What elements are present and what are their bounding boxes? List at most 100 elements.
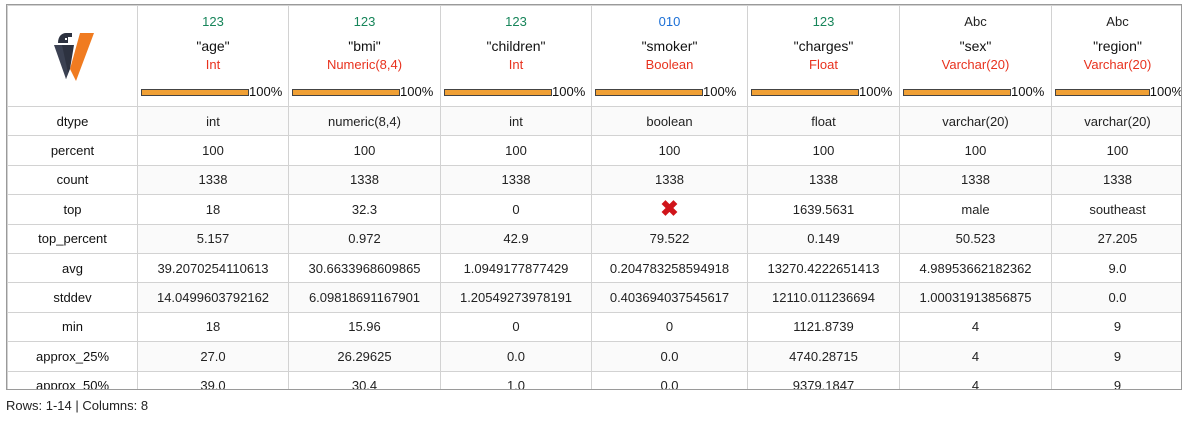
table-cell: 0.403694037545617 <box>591 282 748 313</box>
logo-cell <box>7 5 138 107</box>
table-cell: 9 <box>1051 311 1181 343</box>
row-label: avg <box>7 252 138 284</box>
table-cell: 1338 <box>591 164 748 196</box>
column-name: "sex" <box>959 38 992 54</box>
column-type-icon: 010 <box>658 14 681 29</box>
x-mark-icon: ✖ <box>660 196 679 222</box>
table-cell: 27.0 <box>137 341 289 372</box>
column-dtype: Boolean <box>645 57 694 72</box>
fill-rate-indicator: 100% <box>1053 83 1181 99</box>
table-cell: 15.96 <box>288 311 441 343</box>
column-dtype: Float <box>809 57 838 72</box>
column-name: "smoker" <box>641 38 698 54</box>
table-cell: 39.0 <box>137 370 289 389</box>
table-cell: 1338 <box>1051 164 1181 196</box>
column-type-icon: 123 <box>353 14 376 29</box>
table-row: percent 100 100 100 100 100 100 100 <box>7 135 1181 166</box>
row-label: dtype <box>7 105 138 137</box>
fill-rate-indicator: 100% <box>749 83 899 99</box>
table-cell: 1121.8739 <box>747 311 900 343</box>
column-dtype: Numeric(8,4) <box>326 57 403 72</box>
column-name: "bmi" <box>348 38 381 54</box>
table-cell: 100 <box>591 135 748 166</box>
column-type-icon: 123 <box>505 14 527 29</box>
fill-rate-bar <box>292 89 400 96</box>
table-cell: 18 <box>137 194 289 225</box>
table-cell: 32.3 <box>288 194 441 225</box>
column-name: "charges" <box>793 38 854 54</box>
column-type-icon: 123 <box>812 14 835 29</box>
table-cell: 4 <box>899 311 1052 343</box>
row-label: count <box>7 164 138 196</box>
fill-rate-bar <box>903 89 1011 96</box>
table-cell: 27.205 <box>1051 223 1181 254</box>
table-cell: 4 <box>899 370 1052 389</box>
table-cell: southeast <box>1051 194 1181 225</box>
table-cell: 0 <box>440 311 592 343</box>
fill-rate-label: 100% <box>859 84 893 99</box>
fill-rate-label: 100% <box>400 84 434 99</box>
table-cell: varchar(20) <box>1051 105 1181 137</box>
table-cell: 42.9 <box>440 223 592 254</box>
column-name: "region" <box>1093 38 1142 54</box>
table-cell: 100 <box>747 135 900 166</box>
column-header[interactable]: 123 "children" Int 100% <box>440 5 592 107</box>
table-footer: Rows: 1-14 | Columns: 8 <box>6 398 149 413</box>
table-cell: 0.149 <box>747 223 900 254</box>
table-cell: 4.98953662182362 <box>899 252 1052 284</box>
column-type-icon: Abc <box>964 14 987 29</box>
fill-rate-indicator: 100% <box>593 83 747 99</box>
column-header[interactable]: 123 "age" Int 100% <box>137 5 289 107</box>
table-cell: int <box>440 105 592 137</box>
column-dtype: Int <box>508 57 524 72</box>
fill-rate-label: 100% <box>249 84 283 99</box>
fill-rate-indicator: 100% <box>442 83 591 99</box>
table-cell: 13270.4222651413 <box>747 252 900 284</box>
table-cell: 1.20549273978191 <box>440 282 592 313</box>
table-cell: 100 <box>137 135 289 166</box>
column-name: "age" <box>196 38 230 54</box>
column-header[interactable]: 123 "charges" Float 100% <box>747 5 900 107</box>
table-body: dtype int numeric(8,4) int boolean float varch… <box>7 105 1181 389</box>
table-row: top 18 32.3 0 ✖ 1639.5631 male southeast <box>7 194 1181 225</box>
describe-table-frame: 123 "age" Int 100% 123 "bmi" Numeric(8,4) 100% 1… <box>6 4 1182 390</box>
column-type-icon: Abc <box>1106 14 1129 29</box>
table-cell: male <box>899 194 1052 225</box>
column-dtype: Varchar(20) <box>1083 57 1152 72</box>
table-cell: 0.0 <box>591 370 748 389</box>
table-cell: 4 <box>899 341 1052 372</box>
row-label: stddev <box>7 282 138 313</box>
table-cell: boolean <box>591 105 748 137</box>
table-cell: 100 <box>440 135 592 166</box>
table-cell: 1338 <box>440 164 592 196</box>
table-cell: 100 <box>1051 135 1181 166</box>
row-label: top <box>7 194 138 225</box>
row-label: top_percent <box>7 223 138 254</box>
table-cell: int <box>137 105 289 137</box>
table-row: top_percent 5.157 0.972 42.9 79.522 0.149 50.5… <box>7 223 1181 254</box>
fill-rate-bar <box>141 89 249 96</box>
table-row: approx_50% 39.0 30.4 1.0 0.0 9379.1847 4 9 <box>7 370 1181 389</box>
fill-rate-label: 100% <box>1011 84 1045 99</box>
table-cell: 5.157 <box>137 223 289 254</box>
verticapy-logo-icon <box>53 32 94 81</box>
column-header[interactable]: Abc "region" Varchar(20) 100% <box>1051 5 1181 107</box>
column-dtype: Int <box>205 57 221 72</box>
column-name: "children" <box>486 38 546 54</box>
table-cell: 0 <box>440 194 592 225</box>
table-cell: 30.4 <box>288 370 441 389</box>
column-header[interactable]: Abc "sex" Varchar(20) 100% <box>899 5 1052 107</box>
table-cell: 26.29625 <box>288 341 441 372</box>
row-label: approx_50% <box>7 370 138 389</box>
table-cell: 100 <box>899 135 1052 166</box>
table-cell: 14.0499603792162 <box>137 282 289 313</box>
column-type-icon: 123 <box>202 14 224 29</box>
column-header[interactable]: 010 "smoker" Boolean 100% <box>591 5 748 107</box>
column-header[interactable]: 123 "bmi" Numeric(8,4) 100% <box>288 5 441 107</box>
table-cell: 0.972 <box>288 223 441 254</box>
table-row: dtype int numeric(8,4) int boolean float varch… <box>7 105 1181 137</box>
describe-table: 123 "age" Int 100% 123 "bmi" Numeric(8,4) 100% 1… <box>7 5 1181 389</box>
fill-rate-label: 100% <box>552 84 586 99</box>
table-cell: 1639.5631 <box>747 194 900 225</box>
fill-rate-bar <box>1055 89 1150 96</box>
